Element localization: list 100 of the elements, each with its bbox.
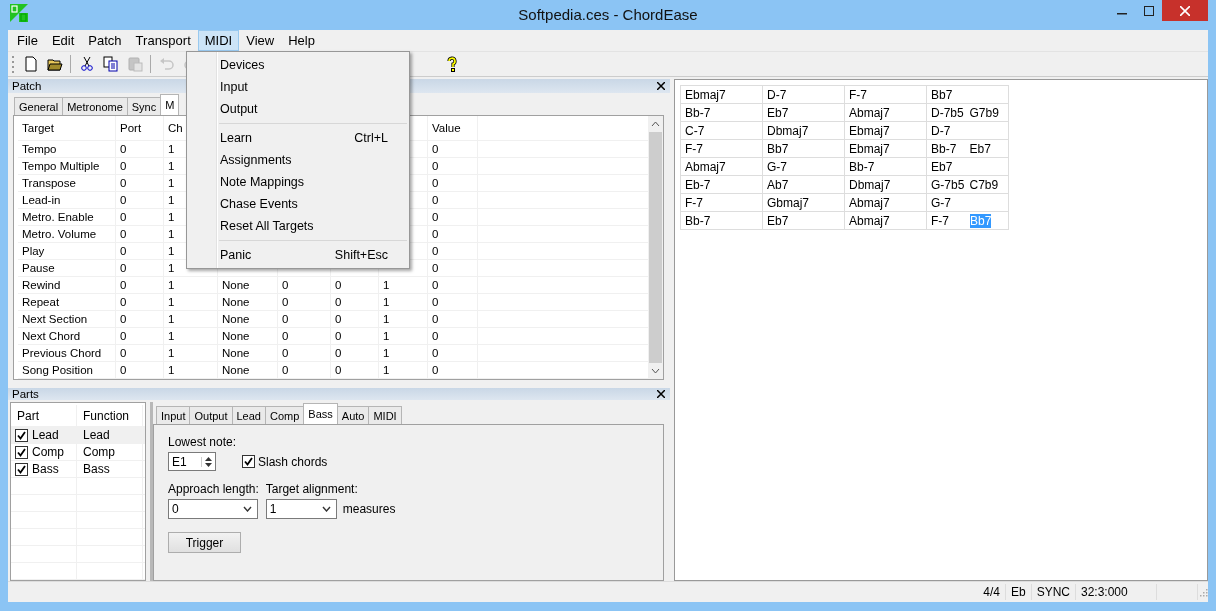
copy-icon xyxy=(102,56,119,72)
chord-symbol[interactable]: Ebmaj7 xyxy=(685,87,724,102)
menu-item[interactable]: Edit xyxy=(44,30,82,51)
table-cell: 0 xyxy=(428,175,478,191)
slash-chords-checkbox[interactable]: Slash chords xyxy=(242,454,328,469)
chord-symbol[interactable]: Abmaj7 xyxy=(685,159,724,174)
menu-item[interactable]: File xyxy=(10,30,45,51)
chord-symbol[interactable]: Eb7 xyxy=(969,141,1008,156)
approach-length-dropdown[interactable]: 0 xyxy=(168,499,258,519)
close-button[interactable] xyxy=(1162,0,1208,21)
trigger-button[interactable]: Trigger xyxy=(168,532,241,553)
table-cell: 0 xyxy=(428,294,478,310)
close-icon xyxy=(1180,5,1190,16)
table-cell: Transpose xyxy=(18,175,116,191)
chord-symbol[interactable]: Abmaj7 xyxy=(849,195,888,210)
menu-item[interactable]: Help xyxy=(281,30,322,51)
checkmark-icon xyxy=(16,463,27,475)
chord-symbol[interactable]: G-7b5 xyxy=(931,177,970,192)
table-cell: 0 xyxy=(428,260,478,276)
target-alignment-dropdown[interactable]: 1 xyxy=(265,499,337,519)
chord-symbol[interactable]: G-7 xyxy=(931,195,970,210)
menu-item[interactable]: Transport xyxy=(128,30,198,51)
tab[interactable]: Metronome xyxy=(62,97,128,115)
tab[interactable]: General xyxy=(14,97,64,115)
table-cell: 1 xyxy=(379,277,428,293)
tab[interactable]: M xyxy=(160,94,180,115)
tab[interactable]: Lead xyxy=(231,406,266,424)
chord-symbol[interactable]: D-7 xyxy=(767,87,806,102)
menu-item[interactable]: Output xyxy=(187,98,409,120)
resize-grip-icon xyxy=(1198,587,1208,597)
scroll-down-icon[interactable] xyxy=(651,368,660,374)
chord-symbol[interactable]: Bb-7 xyxy=(685,105,724,120)
chord-symbol[interactable]: D-7b5 xyxy=(931,105,970,120)
chord-symbol[interactable]: Abmaj7 xyxy=(849,105,888,120)
table-cell: 1 xyxy=(164,345,218,361)
chord-symbol[interactable]: Eb7 xyxy=(767,213,806,228)
chord-symbol[interactable]: Eb7 xyxy=(767,105,806,120)
column-header[interactable]: Part xyxy=(11,405,77,426)
table-cell: 0 xyxy=(278,294,331,310)
menu-item[interactable]: MIDI xyxy=(197,30,240,51)
checkmark-icon xyxy=(243,456,254,467)
close-icon[interactable] xyxy=(657,390,665,398)
chord-symbol[interactable]: Bb-7 xyxy=(685,213,724,228)
app-logo-icon xyxy=(10,4,28,22)
chord-symbol[interactable]: Ebmaj7 xyxy=(849,141,888,156)
status-field: 32:3:000 xyxy=(1076,584,1157,600)
spin-down-icon[interactable] xyxy=(205,462,212,467)
tab[interactable]: Bass xyxy=(303,403,338,424)
table-cell: Previous Chord xyxy=(18,345,116,361)
table-cell: Rewind xyxy=(18,277,116,293)
table-cell: None xyxy=(218,277,278,293)
chord-symbol[interactable]: F-7 xyxy=(849,87,888,102)
column-header[interactable]: Port xyxy=(116,116,164,140)
table-cell: 0 xyxy=(116,260,164,276)
table-cell: 0 xyxy=(428,158,478,174)
menu-item[interactable]: Patch xyxy=(81,30,129,51)
scroll-up-icon[interactable] xyxy=(651,121,660,127)
status-field: Eb xyxy=(1005,584,1032,600)
chord-symbol[interactable]: F-7 xyxy=(685,195,724,210)
table-cell: 0 xyxy=(428,243,478,259)
checkbox[interactable] xyxy=(15,462,28,476)
chord-symbol[interactable]: D-7 xyxy=(931,123,970,138)
column-header[interactable]: Target xyxy=(18,116,116,140)
chord-symbol[interactable]: Dbmaj7 xyxy=(849,177,888,192)
chord-symbol[interactable]: F-7 xyxy=(685,141,724,156)
spin-up-icon[interactable] xyxy=(205,456,212,461)
chord-symbol[interactable]: Ab7 xyxy=(767,177,806,192)
menu-item[interactable]: Input xyxy=(187,76,409,98)
chord-symbol[interactable]: Bb-7 xyxy=(931,141,970,156)
chord-symbol[interactable]: Abmaj7 xyxy=(849,213,888,228)
table-cell: 0 xyxy=(428,141,478,157)
menu-item[interactable]: View xyxy=(239,30,282,51)
column-header[interactable]: Value xyxy=(428,116,478,140)
chord-symbol[interactable]: G7b9 xyxy=(969,105,1008,120)
chord-symbol[interactable]: C7b9 xyxy=(969,177,1008,192)
chord-symbol[interactable]: Dbmaj7 xyxy=(767,123,806,138)
chord-symbol[interactable]: Bb7 xyxy=(767,141,806,156)
tab[interactable]: Input xyxy=(156,406,191,424)
panel-title: Patch xyxy=(12,80,42,92)
chord-symbol[interactable]: Bb-7 xyxy=(849,159,888,174)
chord-symbol[interactable]: C-7 xyxy=(685,123,724,138)
menu-item[interactable]: Devices xyxy=(187,54,409,76)
close-icon[interactable] xyxy=(657,82,665,90)
chord-symbol[interactable]: Eb7 xyxy=(931,159,970,174)
table-cell: Metro. Volume xyxy=(18,226,116,242)
column-header[interactable]: Function xyxy=(77,405,143,426)
chord-symbol[interactable]: Eb-7 xyxy=(685,177,724,192)
tab[interactable]: Comp xyxy=(265,406,305,424)
chord-symbol[interactable]: Ebmaj7 xyxy=(849,123,888,138)
tab[interactable]: MIDI xyxy=(368,406,402,424)
vertical-scrollbar[interactable] xyxy=(648,116,663,379)
chord-symbol[interactable]: F-7 xyxy=(931,213,970,228)
checkbox[interactable] xyxy=(15,445,28,459)
table-cell: 1 xyxy=(164,328,218,344)
table-cell: 0 xyxy=(331,294,379,310)
chord-symbol[interactable]: G-7 xyxy=(767,159,806,174)
checkbox[interactable] xyxy=(15,428,28,442)
tab[interactable]: Output xyxy=(189,406,233,424)
spin-field[interactable]: E1 xyxy=(168,452,216,471)
chord-symbol[interactable]: Bb7 xyxy=(931,87,970,102)
